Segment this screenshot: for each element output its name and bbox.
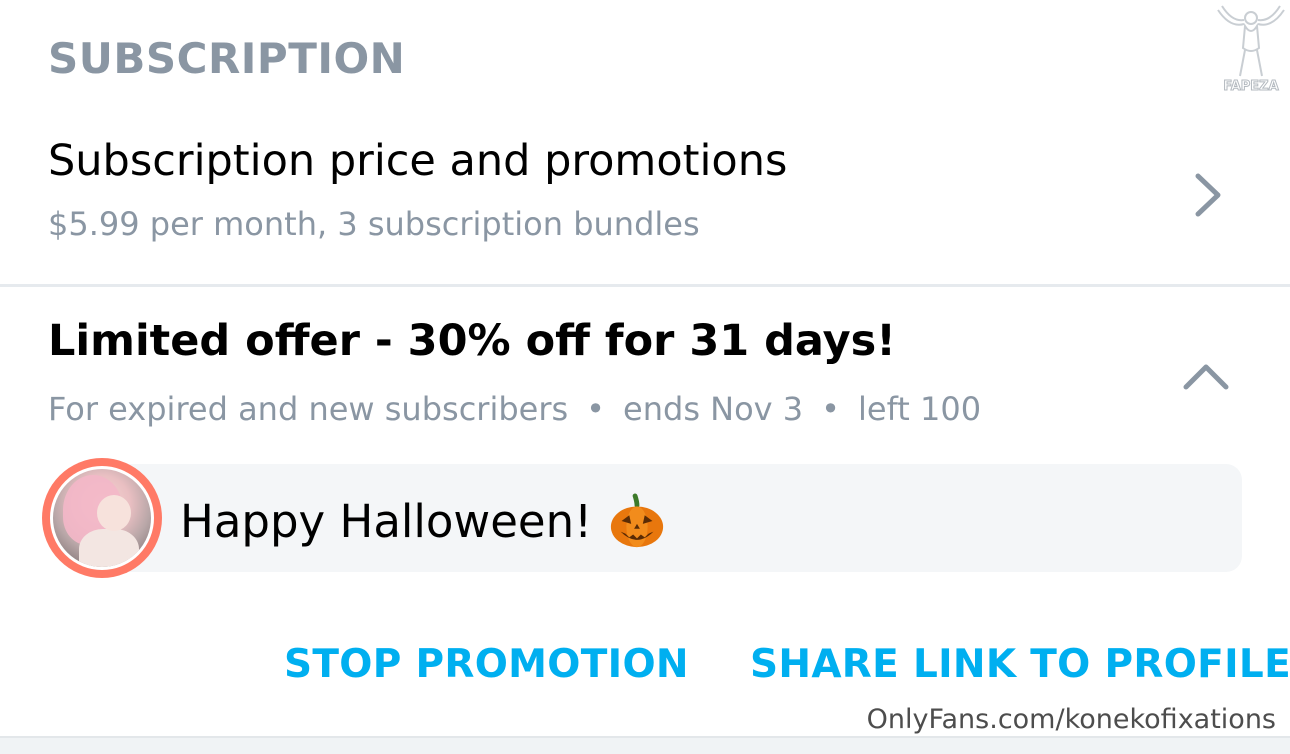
promotion-message-text: Happy Halloween! xyxy=(180,494,593,548)
promotion-end-date: ends Nov 3 xyxy=(623,390,804,428)
promotion-meta: For expired and new subscribers • ends Nov… xyxy=(48,390,981,428)
avatar-image xyxy=(50,466,154,570)
chevron-up-icon[interactable] xyxy=(1180,355,1232,395)
meta-separator: • xyxy=(586,390,606,428)
watermark-logo-text: FAPEZA xyxy=(1223,79,1278,94)
subscription-row-subtitle: $5.99 per month, 3 subscription bundles xyxy=(48,205,700,243)
chevron-right-icon[interactable] xyxy=(1188,170,1228,220)
avatar xyxy=(42,458,162,578)
share-link-button[interactable]: SHARE LINK TO PROFILE xyxy=(750,642,1290,687)
promotion-title: Limited offer - 30% off for 31 days! xyxy=(48,316,896,366)
section-divider xyxy=(0,284,1290,287)
bottom-divider xyxy=(0,736,1290,754)
stop-promotion-button[interactable]: STOP PROMOTION xyxy=(284,642,689,687)
promotion-message: Happy Halloween! xyxy=(180,492,666,550)
section-title: SUBSCRIPTION xyxy=(48,34,406,83)
subscription-row-title[interactable]: Subscription price and promotions xyxy=(48,136,787,186)
promotion-remaining: left 100 xyxy=(858,390,982,428)
watermark-logo: FAPEZA xyxy=(1217,5,1285,94)
watermark-url: OnlyFans.com/konekofixations xyxy=(866,704,1276,735)
promotion-audience: For expired and new subscribers xyxy=(48,390,569,428)
jack-o-lantern-icon xyxy=(611,493,664,548)
meta-separator: • xyxy=(821,390,841,428)
